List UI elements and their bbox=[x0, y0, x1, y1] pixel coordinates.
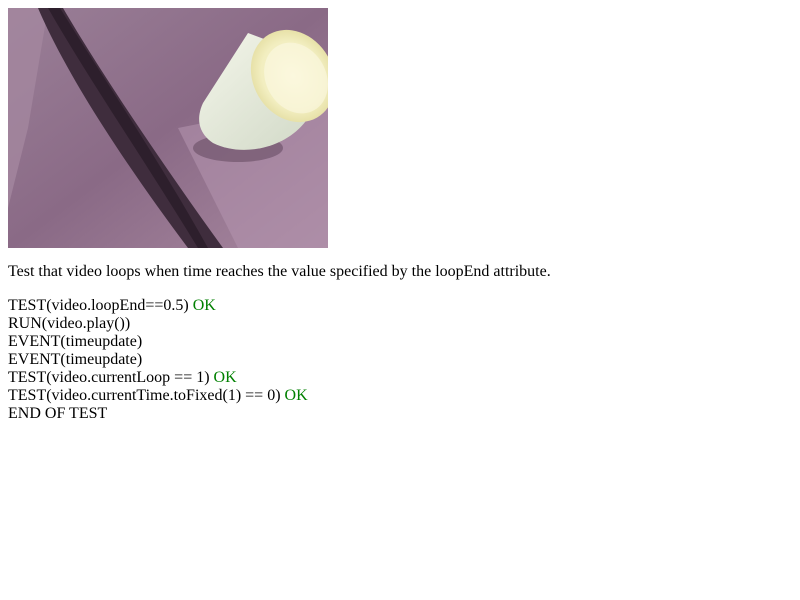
log-text: TEST(video.currentTime.toFixed(1) == 0) bbox=[8, 387, 281, 404]
ok-status: OK bbox=[284, 387, 308, 404]
log-line: END OF TEST bbox=[8, 405, 308, 423]
test-log: TEST(video.loopEnd==0.5) OK RUN(video.pl… bbox=[8, 297, 308, 423]
log-text: EVENT(timeupdate) bbox=[8, 333, 143, 350]
log-text: EVENT(timeupdate) bbox=[8, 351, 143, 368]
test-description: Test that video loops when time reaches … bbox=[8, 263, 551, 280]
log-text: RUN(video.play()) bbox=[8, 315, 131, 332]
ok-status: OK bbox=[192, 297, 216, 314]
log-text: TEST(video.currentLoop == 1) bbox=[8, 369, 210, 386]
video-player[interactable] bbox=[8, 8, 328, 248]
log-line: RUN(video.play()) bbox=[8, 315, 308, 333]
ok-status: OK bbox=[213, 369, 237, 386]
log-line: EVENT(timeupdate) bbox=[8, 333, 308, 351]
log-text: END OF TEST bbox=[8, 405, 108, 422]
log-line: TEST(video.currentLoop == 1) OK bbox=[8, 369, 308, 387]
log-line: TEST(video.loopEnd==0.5) OK bbox=[8, 297, 308, 315]
log-line: EVENT(timeupdate) bbox=[8, 351, 308, 369]
video-frame-image bbox=[8, 8, 328, 248]
log-line: TEST(video.currentTime.toFixed(1) == 0) … bbox=[8, 387, 308, 405]
log-text: TEST(video.loopEnd==0.5) bbox=[8, 297, 189, 314]
